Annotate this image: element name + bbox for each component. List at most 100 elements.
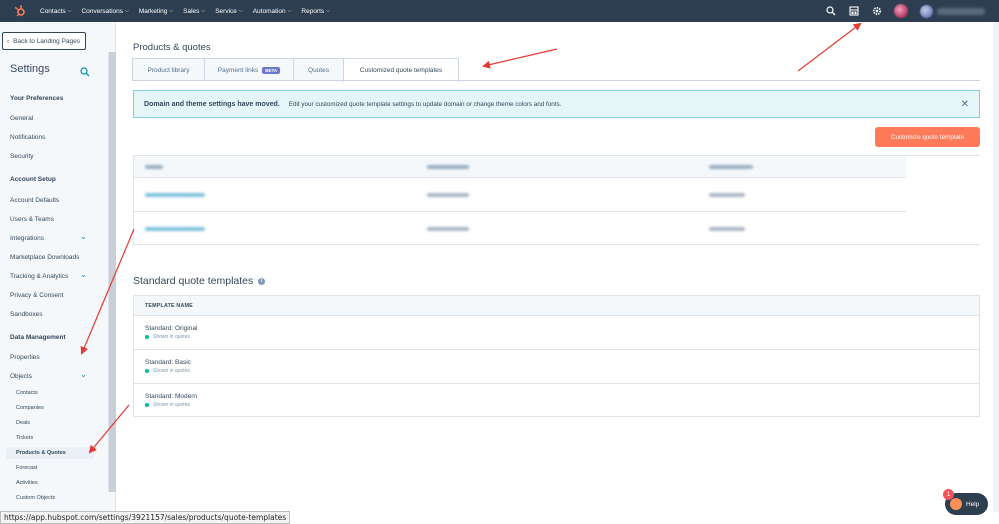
sidebar-heading-account-setup: Account Setup xyxy=(10,176,56,183)
status-dot-icon xyxy=(145,335,149,339)
sidebar-item-sandboxes[interactable]: Sandboxes xyxy=(10,311,43,318)
standard-templates-heading: Standard quote templates i xyxy=(133,275,266,287)
blurred-template-link[interactable] xyxy=(145,227,205,231)
sidebar-item-notifications[interactable]: Notifications xyxy=(10,134,45,141)
nav-automation[interactable]: Automation ⌵ xyxy=(253,8,292,15)
sidebar-item-users-teams[interactable]: Users & Teams xyxy=(10,216,54,223)
sidebar-subitem-products-quotes[interactable]: Products & Quotes xyxy=(16,450,66,456)
notifications-avatar[interactable] xyxy=(894,4,908,18)
status-badge: Shown in quotes xyxy=(145,402,979,408)
sidebar-subitem-tickets[interactable]: Tickets xyxy=(16,435,33,441)
page-title: Products & quotes xyxy=(133,42,211,53)
table-row[interactable]: Standard: Original Shown in quotes xyxy=(134,316,979,350)
info-alert: Domain and theme settings have moved. Ed… xyxy=(133,90,980,118)
back-button[interactable]: ‹ Back to Landing Pages xyxy=(2,32,86,50)
user-avatar[interactable] xyxy=(920,4,933,18)
sidebar-subitem-companies[interactable]: Companies xyxy=(16,405,44,411)
chevron-down-icon[interactable]: ⌄ xyxy=(80,232,87,241)
tab-quotes[interactable]: Quotes xyxy=(293,58,344,81)
customize-quote-template-button[interactable]: Customize quote template xyxy=(875,127,980,147)
table-redaction xyxy=(906,156,981,244)
chevron-down-icon: ⌵ xyxy=(326,8,330,14)
marketplace-icon[interactable] xyxy=(848,5,860,17)
chevron-down-icon[interactable]: ⌄ xyxy=(80,270,87,279)
table-row[interactable] xyxy=(134,178,979,212)
table-row[interactable]: Standard: Modern Shown in quotes xyxy=(134,384,979,418)
nav-conversations[interactable]: Conversations ⌵ xyxy=(81,8,128,15)
annotation-arrow xyxy=(797,22,862,72)
blurred-column-header xyxy=(427,165,469,169)
sidebar-item-tracking-analytics[interactable]: Tracking & Analytics xyxy=(10,273,68,280)
blurred-column-header xyxy=(145,165,163,169)
gear-icon[interactable] xyxy=(871,5,883,17)
sidebar-item-objects[interactable]: Objects xyxy=(10,373,32,380)
blurred-cell xyxy=(709,227,745,231)
blurred-cell xyxy=(427,193,469,197)
chevron-down-icon: ⌵ xyxy=(67,8,72,14)
chevron-down-icon[interactable]: ⌄ xyxy=(80,370,87,379)
blurred-cell xyxy=(709,193,745,197)
sidebar-subitem-contacts[interactable]: Contacts xyxy=(16,390,38,396)
blurred-cell xyxy=(427,227,469,231)
status-dot-icon xyxy=(145,369,149,373)
sidebar-subitem-activities[interactable]: Activities xyxy=(16,480,38,486)
sidebar-scrollbar[interactable] xyxy=(108,52,116,492)
chevron-down-icon: ⌵ xyxy=(169,8,174,14)
nav-service[interactable]: Service ⌵ xyxy=(215,8,242,15)
nav-contacts[interactable]: Contacts ⌵ xyxy=(40,8,71,15)
template-name[interactable]: Standard: Basic xyxy=(145,359,979,366)
hubspot-logo-icon[interactable] xyxy=(13,4,27,18)
tab-bar: Product library Payment links BETA Quotes… xyxy=(132,58,459,82)
status-dot-icon xyxy=(145,403,149,407)
alert-title: Domain and theme settings have moved. xyxy=(144,100,280,108)
sidebar-item-account-defaults[interactable]: Account Defaults xyxy=(10,197,59,204)
nav-sales[interactable]: Sales ⌵ xyxy=(183,8,205,15)
sidebar-item-integrations[interactable]: Integrations xyxy=(10,235,44,242)
account-name[interactable] xyxy=(937,7,985,15)
custom-templates-table xyxy=(133,155,981,246)
tab-customized-quote-templates[interactable]: Customized quote templates xyxy=(343,58,459,82)
sidebar-subitem-custom-objects[interactable]: Custom Objects xyxy=(16,495,55,501)
sidebar-subitem-deals[interactable]: Deals xyxy=(16,420,30,426)
tab-divider xyxy=(132,80,980,81)
table-row[interactable] xyxy=(134,212,979,246)
chevron-left-icon: ‹ xyxy=(7,37,10,45)
beta-badge: BETA xyxy=(262,66,281,74)
sidebar-item-security[interactable]: Security xyxy=(10,153,33,160)
template-name[interactable]: Standard: Modern xyxy=(145,393,979,400)
sidebar-subitem-forecast[interactable]: Forecast xyxy=(16,465,37,471)
status-badge: Shown in quotes xyxy=(145,368,979,374)
tab-product-library[interactable]: Product library xyxy=(132,58,205,81)
chevron-down-icon: ⌵ xyxy=(201,8,206,14)
standard-templates-table: TEMPLATE NAME Standard: Original Shown i… xyxy=(133,295,980,417)
info-icon[interactable]: i xyxy=(258,277,266,285)
chevron-down-icon: ⌵ xyxy=(287,8,292,14)
blurred-template-link[interactable] xyxy=(145,193,205,197)
top-navigation: Contacts ⌵ Conversations ⌵ Marketing ⌵ Sale… xyxy=(0,0,999,22)
sidebar-item-properties[interactable]: Properties xyxy=(10,354,40,361)
sidebar-item-marketplace-downloads[interactable]: Marketplace Downloads xyxy=(10,254,79,261)
nav-marketing[interactable]: Marketing ⌵ xyxy=(139,8,173,15)
alert-text: Edit your customized quote template sett… xyxy=(288,100,562,108)
nav-reports[interactable]: Reports ⌵ xyxy=(301,8,330,15)
search-icon[interactable] xyxy=(825,5,837,17)
sidebar-heading-preferences: Your Preferences xyxy=(10,95,64,102)
sidebar-title: Settings xyxy=(10,63,50,75)
nav-right-actions xyxy=(825,0,999,22)
sidebar-item-general[interactable]: General xyxy=(10,115,33,122)
help-notification-badge: 1 xyxy=(943,489,954,500)
sidebar-heading-data-management: Data Management xyxy=(10,334,66,341)
chevron-down-icon: ⌵ xyxy=(238,8,243,14)
blurred-column-header xyxy=(709,165,753,169)
table-header[interactable]: TEMPLATE NAME xyxy=(134,296,979,316)
table-header xyxy=(134,156,979,178)
page-scrollbar[interactable] xyxy=(993,22,999,512)
template-name[interactable]: Standard: Original xyxy=(145,325,979,332)
sidebar-item-privacy-consent[interactable]: Privacy & Consent xyxy=(10,292,63,299)
chevron-down-icon: ⌵ xyxy=(125,8,129,14)
table-row[interactable]: Standard: Basic Shown in quotes xyxy=(134,350,979,384)
search-icon[interactable] xyxy=(80,64,90,77)
tab-payment-links[interactable]: Payment links BETA xyxy=(204,58,294,81)
close-icon[interactable]: ✕ xyxy=(961,99,969,110)
annotation-arrow xyxy=(482,48,558,69)
